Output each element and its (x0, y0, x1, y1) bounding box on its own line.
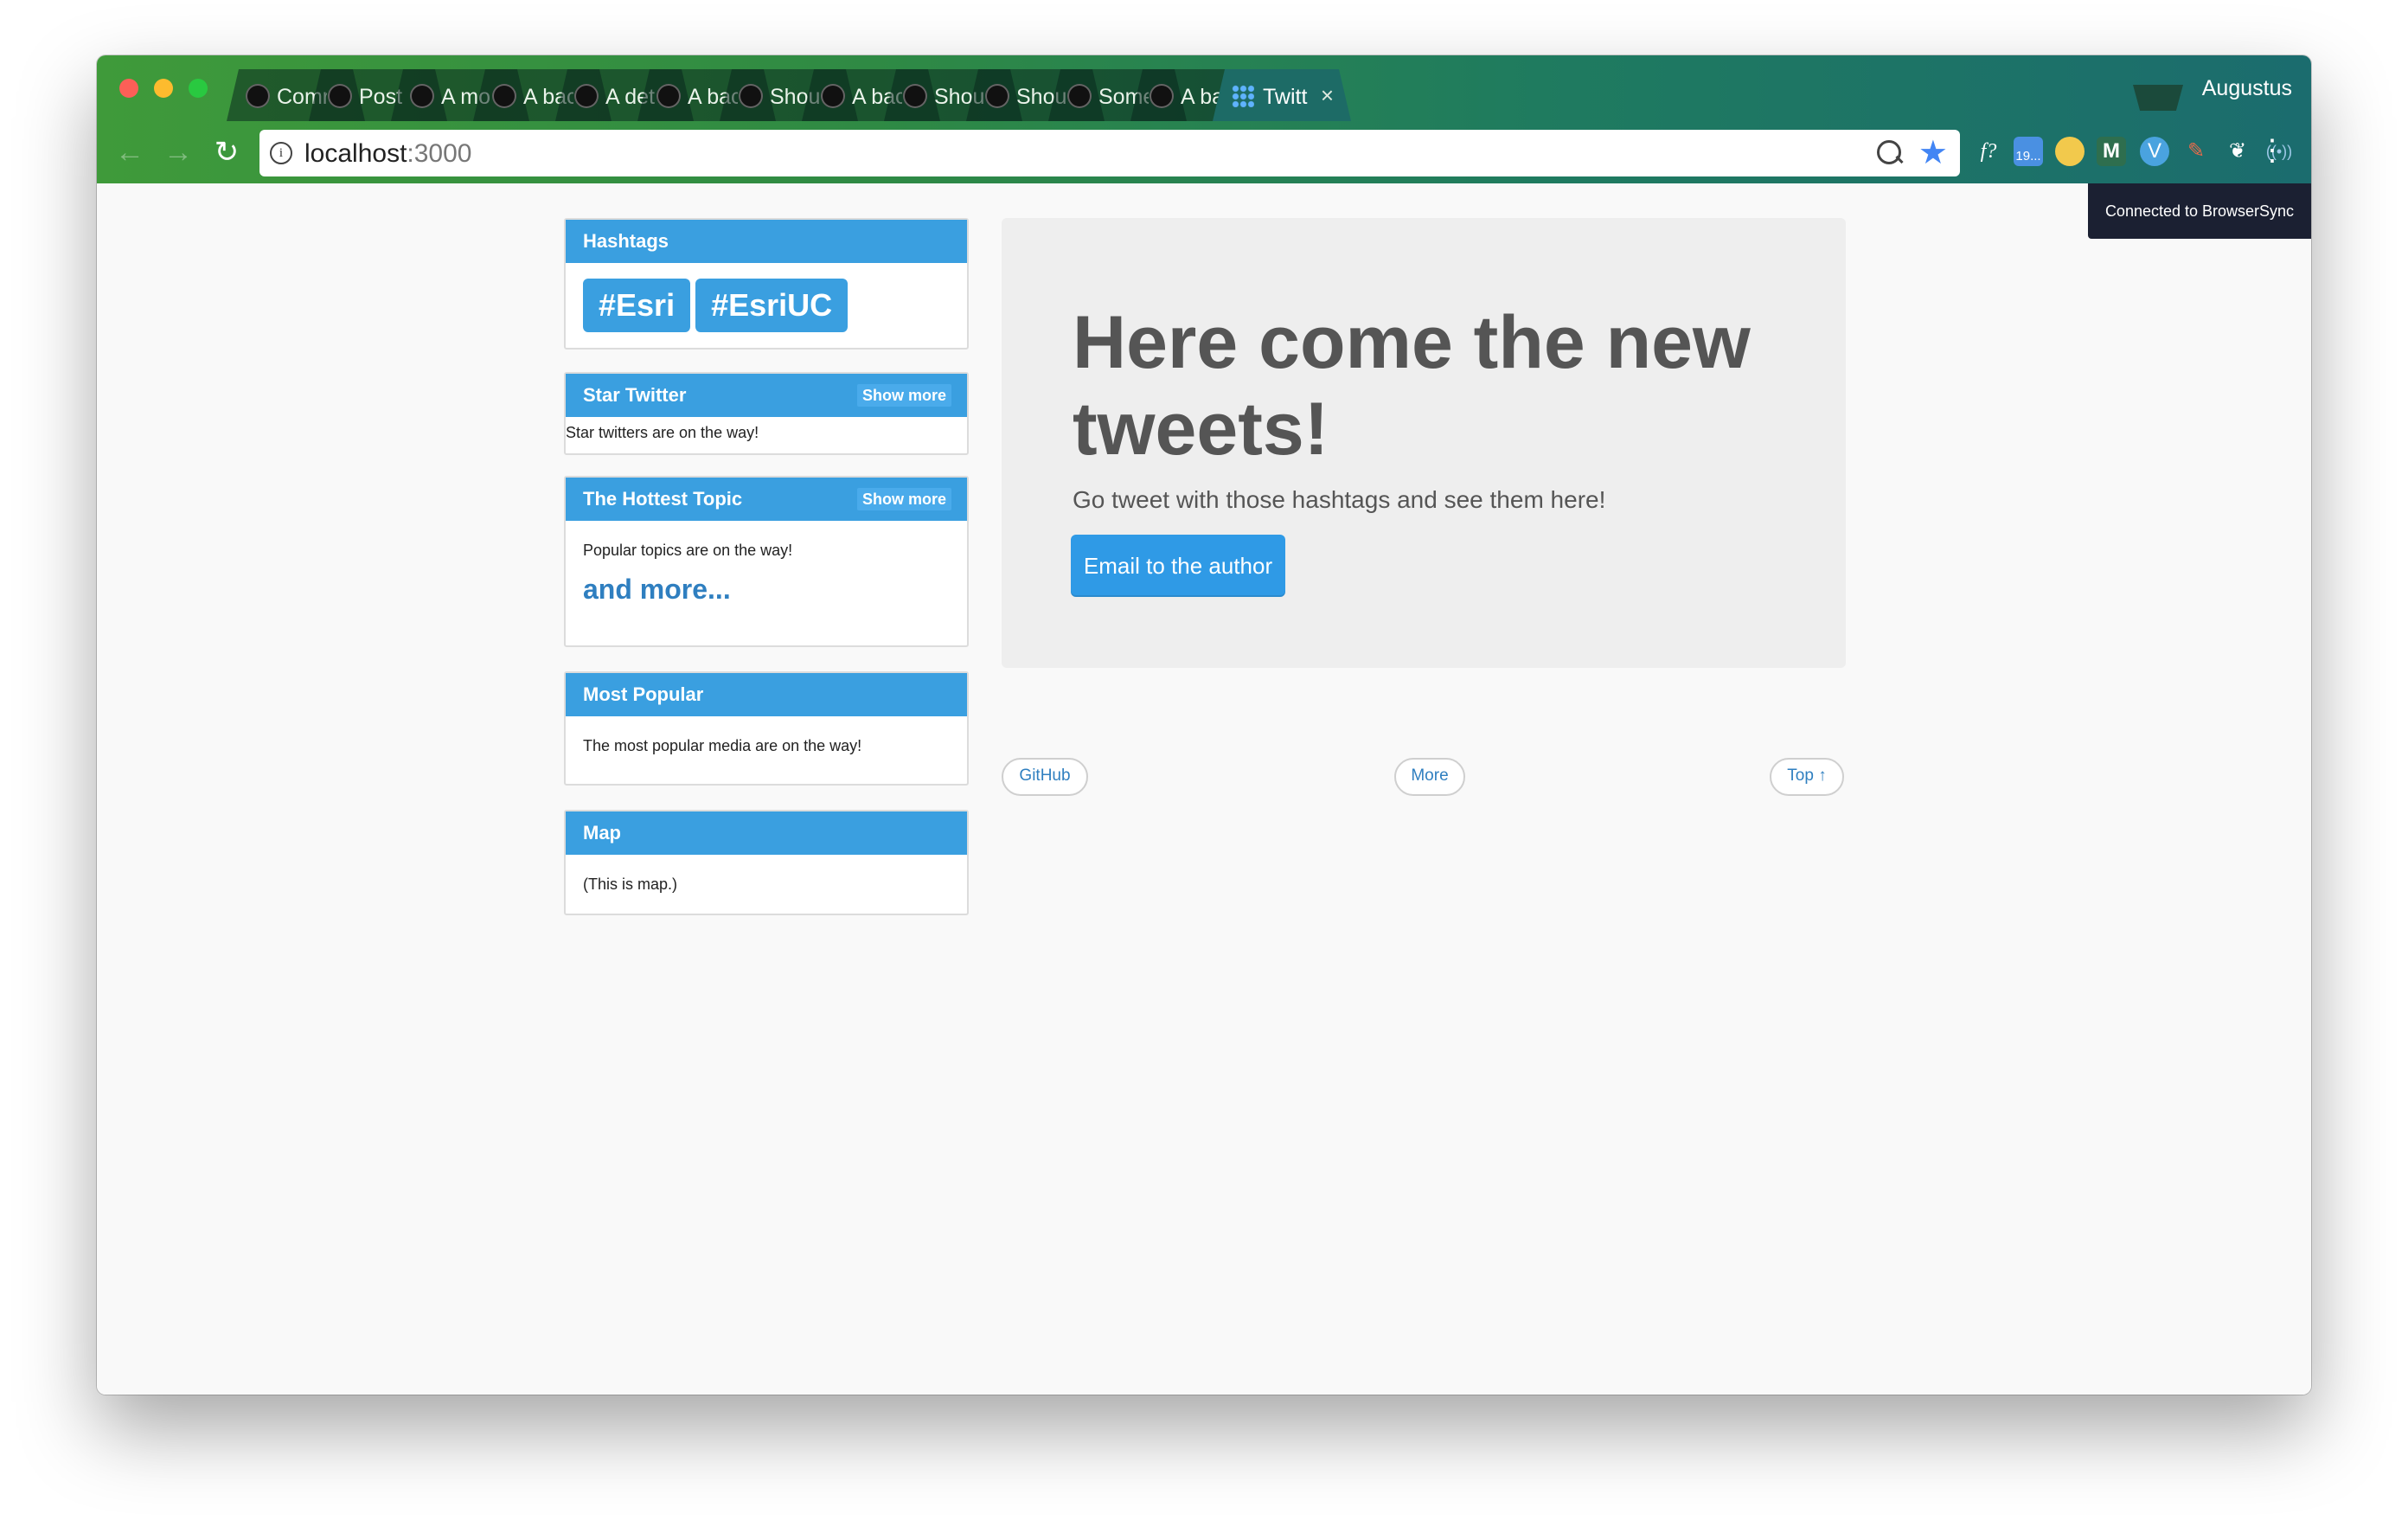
panel-body: The most popular media are on the way! (583, 737, 862, 754)
menu-icon[interactable]: ⋮ (2258, 135, 2287, 166)
map-panel: Map (This is map.) (564, 810, 969, 915)
hashtag-chip[interactable]: #Esri (583, 279, 691, 332)
grid-icon (1232, 85, 1254, 107)
back-arrow-icon[interactable]: ← (112, 135, 147, 170)
profile-name[interactable]: Augustus (2202, 76, 2292, 101)
most-popular-panel: Most Popular The most popular media are … (564, 671, 969, 786)
browser-toolbar: ← → ↻ i localhost:3000 ★ f? 19... M V ✎ … (97, 125, 2311, 183)
show-more-button[interactable]: Show more (856, 488, 951, 510)
m-extension-icon[interactable]: M (2097, 137, 2126, 166)
github-icon (1150, 84, 1174, 108)
panel-body: (This is map.) (583, 876, 678, 893)
panel-text: Popular topics are on the way! (583, 542, 793, 559)
browser-chrome: Comr × Post × A mo × A bac × A det × (97, 55, 2311, 183)
color-picker-extension-icon[interactable]: ✎ (2181, 137, 2211, 166)
info-icon[interactable]: i (270, 142, 292, 164)
url-host: localhost (304, 139, 407, 168)
github-icon (410, 84, 434, 108)
page-content: Hashtags #Esri #EsriUC Star Twitter Show … (97, 183, 2311, 1395)
email-author-button[interactable]: Email to the author (1071, 535, 1285, 597)
star-twitter-panel: Star Twitter Show more Star twitters are… (564, 372, 969, 455)
calendar-badge: 19... (2015, 149, 2041, 164)
github-icon (739, 84, 763, 108)
panel-header: Star Twitter Show more (566, 374, 967, 417)
panel-header: The Hottest Topic Show more (566, 478, 967, 521)
show-more-button[interactable]: Show more (856, 384, 951, 407)
tab-close-icon[interactable]: × (1321, 82, 1334, 109)
github-icon (985, 84, 1009, 108)
panel-title: Hashtags (566, 220, 967, 263)
github-icon (821, 84, 845, 108)
vimeo-extension-icon[interactable]: V (2140, 137, 2169, 166)
github-icon (246, 84, 270, 108)
github-icon (492, 84, 516, 108)
github-icon (1067, 84, 1092, 108)
hero-lead: Go tweet with those hashtags and see the… (1073, 486, 1606, 513)
new-tab-button[interactable] (2133, 85, 2183, 111)
hashtags-panel: Hashtags #Esri #EsriUC (564, 218, 969, 350)
hashtag-chip[interactable]: #EsriUC (695, 279, 849, 332)
url-text[interactable]: localhost:3000 (304, 139, 471, 169)
top-link[interactable]: Top ↑ (1770, 758, 1844, 796)
github-icon (328, 84, 352, 108)
more-link[interactable]: More (1394, 758, 1465, 796)
calendar-extension-icon[interactable]: 19... (2014, 137, 2043, 166)
hottest-topic-panel: The Hottest Topic Show more Popular topi… (564, 476, 969, 647)
hero-jumbotron: Here come the new tweets! Go tweet with … (1002, 218, 1846, 668)
drive-extension-icon[interactable] (2055, 137, 2085, 166)
github-icon (656, 84, 681, 108)
and-more-link[interactable]: and more... (583, 574, 950, 606)
hashtags-list: #Esri #EsriUC (566, 263, 967, 348)
bird-extension-icon[interactable]: ❦ (2223, 137, 2252, 166)
panel-body: Popular topics are on the way! and more.… (566, 521, 967, 606)
panel-title: Star Twitter (583, 384, 687, 406)
minimize-window-button[interactable] (154, 79, 173, 98)
github-link[interactable]: GitHub (1002, 758, 1088, 796)
address-bar[interactable]: i localhost:3000 ★ (259, 130, 1960, 176)
browser-tab-active[interactable]: Twitt × (1213, 69, 1351, 121)
panel-title: The Hottest Topic (583, 488, 743, 510)
panel-title: Most Popular (566, 673, 967, 716)
maximize-window-button[interactable] (189, 79, 208, 98)
zoom-icon[interactable] (1877, 140, 1901, 164)
panel-body: Star twitters are on the way! (566, 424, 759, 441)
reload-icon[interactable]: ↻ (209, 135, 244, 170)
tab-strip: Comr × Post × A mo × A bac × A det × (227, 69, 2311, 121)
url-port: :3000 (407, 139, 472, 168)
formula-extension-icon[interactable]: f? (1974, 137, 2003, 166)
forward-arrow-icon[interactable]: → (161, 135, 195, 170)
github-icon (903, 84, 927, 108)
close-window-button[interactable] (119, 79, 138, 98)
tab-title: Twitt (1263, 85, 1308, 109)
browsersync-toast: Connected to BrowserSync (2088, 183, 2311, 239)
hero-headline: Here come the new tweets! (1073, 301, 1751, 471)
panel-title: Map (566, 811, 967, 855)
bookmark-star-icon[interactable]: ★ (1918, 133, 1948, 172)
github-icon (574, 84, 599, 108)
browser-window: Comr × Post × A mo × A bac × A det × (97, 55, 2311, 1395)
